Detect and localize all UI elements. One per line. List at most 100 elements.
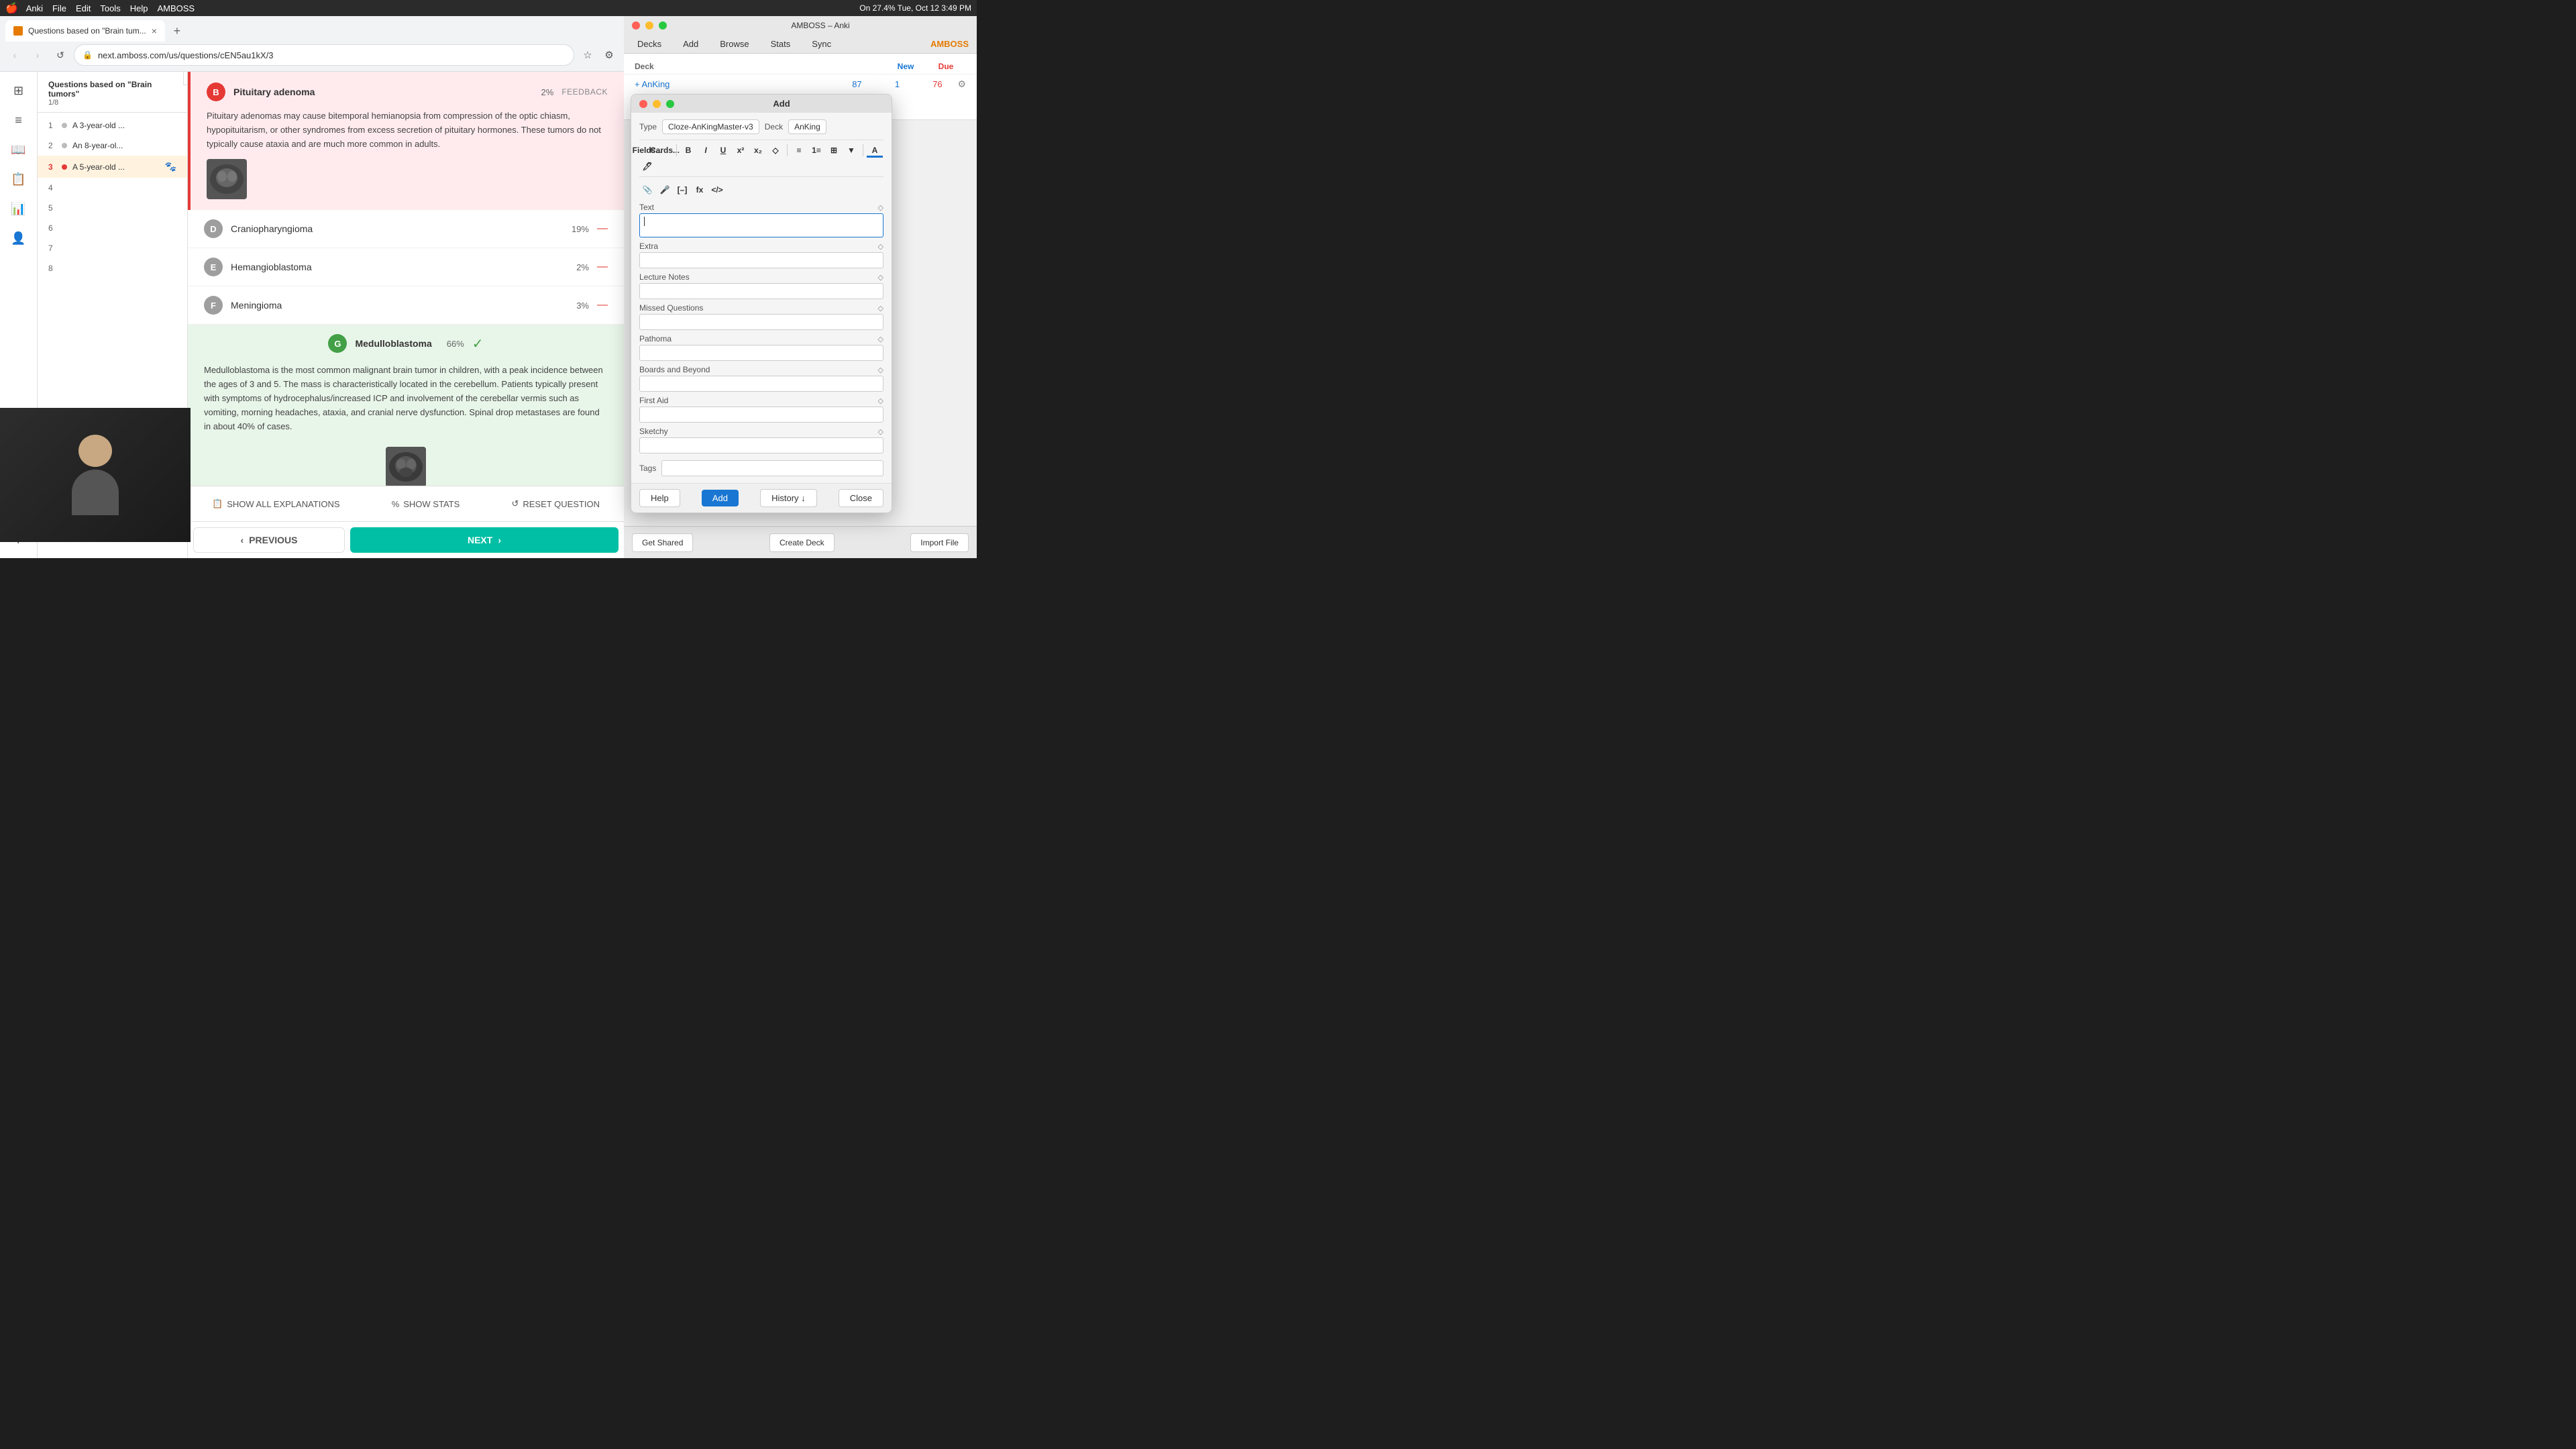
menu-help[interactable]: Help xyxy=(130,3,148,13)
new-tab-button[interactable]: + xyxy=(168,21,186,40)
get-shared-button[interactable]: Get Shared xyxy=(632,533,693,552)
sidebar-clipboard-icon[interactable]: 📋 xyxy=(5,166,32,193)
dialog-minimize-button[interactable] xyxy=(653,100,661,108)
cards-button[interactable]: Cards... xyxy=(657,143,673,158)
choice-icon-f: — xyxy=(597,299,608,311)
anki-menu-browse[interactable]: Browse xyxy=(714,36,754,52)
text-color-button[interactable]: A xyxy=(867,143,883,158)
sketchy-edit-icon[interactable]: ◇ xyxy=(878,427,883,436)
bookmark-button[interactable]: ☆ xyxy=(578,46,597,64)
lecture-notes-edit-icon[interactable]: ◇ xyxy=(878,273,883,282)
attachment-button[interactable]: 📎 xyxy=(639,182,655,197)
anki-menu-stats[interactable]: Stats xyxy=(765,36,796,52)
back-button[interactable]: ‹ xyxy=(5,46,24,64)
extra-field-edit-icon[interactable]: ◇ xyxy=(878,242,883,251)
bracket-button[interactable]: [–] xyxy=(674,182,690,197)
import-file-button[interactable]: Import File xyxy=(910,533,969,552)
pathoma-edit-icon[interactable]: ◇ xyxy=(878,335,883,343)
extra-field-input[interactable] xyxy=(639,252,883,268)
help-button[interactable]: Help xyxy=(639,489,680,507)
menu-edit[interactable]: Edit xyxy=(76,3,91,13)
code-button[interactable]: </> xyxy=(709,182,725,197)
anki-menu-decks[interactable]: Decks xyxy=(632,36,667,52)
anki-zoom-button[interactable] xyxy=(659,21,667,30)
type-selector[interactable]: Cloze-AnKingMaster-v3 xyxy=(662,119,759,134)
italic-button[interactable]: I xyxy=(698,143,714,158)
question-item-8[interactable]: 8 xyxy=(38,258,187,278)
ordered-list-button[interactable]: 1≡ xyxy=(808,143,824,158)
reset-question-button[interactable]: ↺ RESET QUESTION xyxy=(503,494,608,513)
show-stats-icon: % xyxy=(392,499,400,509)
menu-amboss[interactable]: AMBOSS xyxy=(157,3,195,13)
text-field-input[interactable] xyxy=(639,213,883,237)
feedback-button-top[interactable]: FEEDBACK xyxy=(561,87,608,97)
dialog-zoom-button[interactable] xyxy=(666,100,674,108)
sidebar-list-icon[interactable]: ≡ xyxy=(5,107,32,133)
reload-button[interactable]: ↺ xyxy=(51,46,70,64)
audio-button[interactable]: 🎤 xyxy=(657,182,673,197)
sidebar-user-icon[interactable]: 👤 xyxy=(5,225,32,252)
unordered-list-button[interactable]: ≡ xyxy=(791,143,807,158)
question-item-1[interactable]: 1 A 3-year-old ... xyxy=(38,115,187,136)
previous-button[interactable]: ‹ PREVIOUS xyxy=(193,527,345,553)
address-bar[interactable]: 🔒 next.amboss.com/us/questions/cEN5au1kX… xyxy=(74,44,574,66)
extensions-button[interactable]: ⚙ xyxy=(600,46,619,64)
type-deck-row: Type Cloze-AnKingMaster-v3 Deck AnKing xyxy=(639,119,883,134)
highlight-button[interactable]: 🖊 xyxy=(639,159,655,174)
apple-icon[interactable]: 🍎 xyxy=(5,2,18,14)
show-stats-button[interactable]: % SHOW STATS xyxy=(384,495,468,513)
question-item-7[interactable]: 7 xyxy=(38,238,187,258)
question-item-5[interactable]: 5 xyxy=(38,198,187,218)
first-aid-field-input[interactable] xyxy=(639,407,883,423)
sketchy-field-input[interactable] xyxy=(639,437,883,453)
superscript-button[interactable]: x² xyxy=(733,143,749,158)
question-item-6[interactable]: 6 xyxy=(38,218,187,238)
history-button[interactable]: History ↓ xyxy=(760,489,817,507)
question-item-4[interactable]: 4 xyxy=(38,178,187,198)
forward-button[interactable]: › xyxy=(28,46,47,64)
deck-name-anking[interactable]: + AnKing xyxy=(635,79,837,89)
editor-toolbar-2: 📎 🎤 [–] fx </> xyxy=(639,181,883,199)
sidebar-book-icon[interactable]: 📖 xyxy=(5,136,32,163)
close-button[interactable]: Close xyxy=(839,489,883,507)
question-item-2[interactable]: 2 An 8-year-ol... xyxy=(38,136,187,156)
anki-minimize-button[interactable] xyxy=(645,21,653,30)
choice-pct-f: 3% xyxy=(565,301,589,311)
underline-button[interactable]: U xyxy=(715,143,731,158)
bold-button[interactable]: B xyxy=(680,143,696,158)
collapse-panel-button[interactable]: ‹ xyxy=(183,72,188,85)
menu-tools[interactable]: Tools xyxy=(100,3,120,13)
sidebar-home-icon[interactable]: ⊞ xyxy=(5,77,32,104)
first-aid-edit-icon[interactable]: ◇ xyxy=(878,396,883,405)
boards-beyond-edit-icon[interactable]: ◇ xyxy=(878,366,883,374)
subscript-button[interactable]: x₂ xyxy=(750,143,766,158)
menu-file[interactable]: File xyxy=(52,3,66,13)
align-button[interactable]: ⊞ xyxy=(826,143,842,158)
indent-button[interactable]: ▼ xyxy=(843,143,859,158)
erase-button[interactable]: ◇ xyxy=(767,143,784,158)
pathoma-field-input[interactable] xyxy=(639,345,883,361)
anki-menu-sync[interactable]: Sync xyxy=(806,36,837,52)
text-field-edit-icon[interactable]: ◇ xyxy=(878,203,883,212)
dialog-close-button[interactable] xyxy=(639,100,647,108)
missed-questions-edit-icon[interactable]: ◇ xyxy=(878,304,883,313)
sidebar-chart-icon[interactable]: 📊 xyxy=(5,195,32,222)
add-button[interactable]: Add xyxy=(702,490,739,506)
deck-selector[interactable]: AnKing xyxy=(788,119,826,134)
create-deck-button[interactable]: Create Deck xyxy=(769,533,835,552)
question-item-3[interactable]: 3 A 5-year-old ... 🐾 xyxy=(38,156,187,178)
missed-questions-field-input[interactable] xyxy=(639,314,883,330)
tags-input[interactable] xyxy=(661,460,883,476)
menu-anki[interactable]: Anki xyxy=(26,3,43,13)
function-button[interactable]: fx xyxy=(692,182,708,197)
tab-close-button[interactable]: × xyxy=(152,25,157,36)
anki-menu-add[interactable]: Add xyxy=(678,36,704,52)
deck-gear-icon[interactable]: ⚙ xyxy=(957,78,966,90)
boards-beyond-field-input[interactable] xyxy=(639,376,883,392)
lecture-notes-field-input[interactable] xyxy=(639,283,883,299)
next-button[interactable]: NEXT › xyxy=(350,527,619,553)
browser-tab-active[interactable]: Questions based on "Brain tum... × xyxy=(5,20,165,42)
anki-close-button[interactable] xyxy=(632,21,640,30)
deck-row-anking[interactable]: + AnKing 87 1 76 ⚙ xyxy=(624,74,977,94)
show-all-explanations-button[interactable]: 📋 SHOW ALL EXPLANATIONS xyxy=(204,494,348,513)
